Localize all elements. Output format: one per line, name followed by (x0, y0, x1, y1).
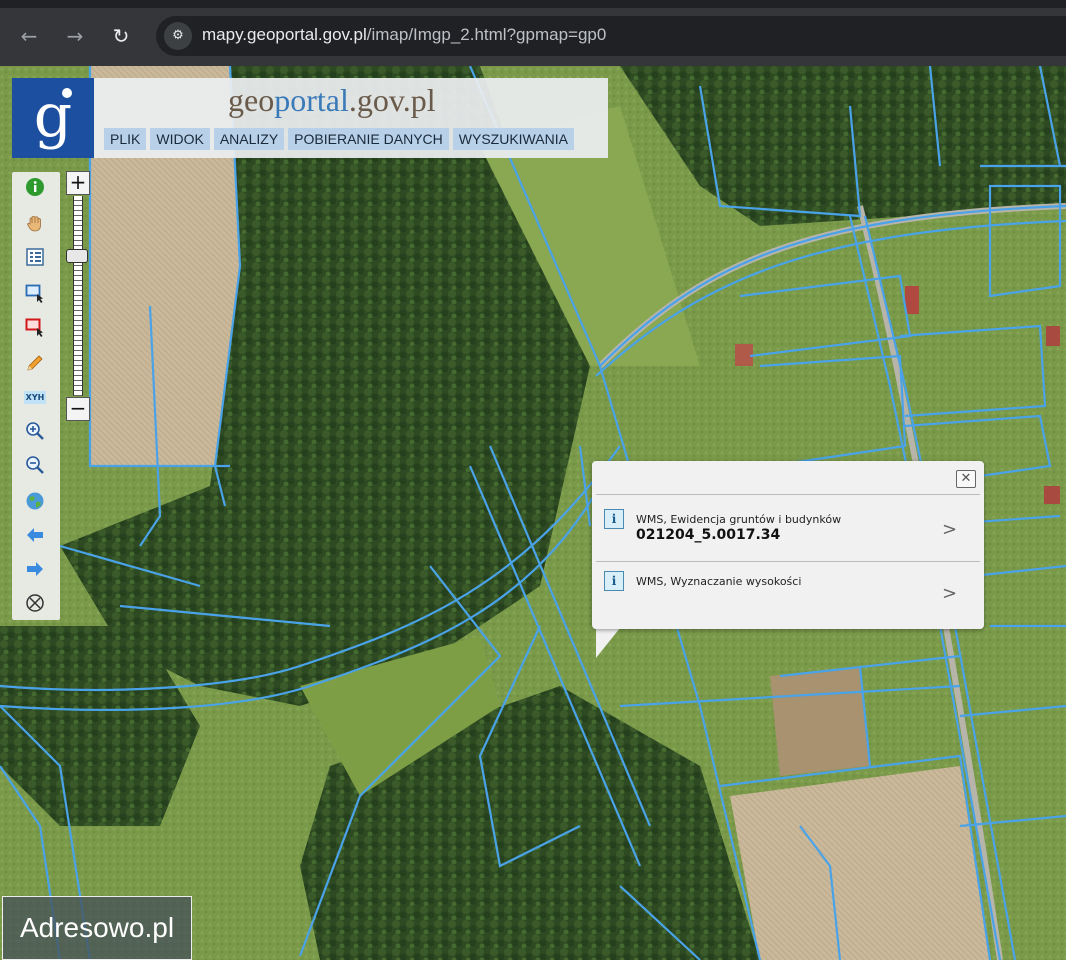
geoportal-header: g geoportal.gov.pl PLIK WIDOK ANALIZY PO… (12, 78, 608, 158)
feature-info-popup: ✕ i WMS, Ewidencja gruntów i budynków 02… (592, 461, 984, 629)
address-bar[interactable]: ⚙ mapy.geoportal.gov.pl/imap/Imgp_2.html… (156, 16, 1066, 56)
site-settings-icon[interactable]: ⚙ (164, 22, 192, 50)
building (1046, 326, 1060, 346)
watermark: Adresowo.pl (2, 896, 192, 960)
pan-hand-icon[interactable] (24, 212, 46, 234)
building (905, 286, 919, 314)
legend-icon[interactable] (24, 246, 46, 268)
zoom-out-icon[interactable] (24, 454, 46, 476)
chevron-right-icon[interactable]: > (942, 583, 957, 604)
menu-pobieranie-danych[interactable]: POBIERANIE DANYCH (288, 128, 449, 150)
reload-icon[interactable]: ↻ (106, 22, 136, 50)
select-area-icon[interactable] (24, 282, 46, 304)
globe-icon[interactable] (24, 490, 46, 512)
zoom-slider-thumb[interactable] (66, 249, 88, 263)
menu-wyszukiwania[interactable]: WYSZUKIWANIA (452, 128, 574, 150)
main-menu: PLIK WIDOK ANALIZY POBIERANIE DANYCH WYS… (104, 128, 574, 150)
chevron-right-icon[interactable]: > (942, 519, 957, 540)
menu-plik[interactable]: PLIK (104, 128, 147, 150)
title-suffix: .gov.pl (348, 82, 436, 118)
url-host: mapy.geoportal.gov.pl (202, 25, 367, 44)
close-icon[interactable]: ✕ (956, 470, 976, 488)
popup-row-height[interactable]: i WMS, Wyznaczanie wysokości > (596, 565, 980, 627)
forward-arrow-icon[interactable]: → (60, 22, 90, 50)
bare-field-south (730, 766, 990, 960)
geoportal-logo[interactable]: g (12, 78, 94, 158)
tab-strip (0, 0, 1066, 8)
building (1044, 486, 1060, 504)
coordinates-label: XYH (23, 390, 47, 404)
popup-divider (596, 494, 980, 495)
url-path: /imap/Imgp_2.html?gpmap=gp0 (366, 25, 607, 44)
popup-pointer (596, 628, 620, 658)
zoom-in-button[interactable]: + (66, 171, 90, 195)
title-prefix: geo (228, 82, 275, 118)
pencil-icon[interactable] (24, 352, 46, 374)
row-source: WMS, Wyznaczanie wysokości (636, 575, 802, 588)
map-toolbar: XYH (12, 172, 60, 620)
coordinates-icon[interactable]: XYH (23, 386, 47, 408)
menu-analizy[interactable]: ANALIZY (213, 128, 285, 150)
browser-toolbar: ← → ↻ ⚙ mapy.geoportal.gov.pl/imap/Imgp_… (0, 0, 1066, 66)
clear-icon[interactable] (24, 592, 46, 614)
geoportal-title: geoportal.gov.pl (228, 82, 436, 119)
popup-row-egib[interactable]: i WMS, Ewidencja gruntów i budynków 0212… (596, 499, 980, 561)
zoom-out-button[interactable]: − (66, 397, 90, 421)
forward-arrow-icon[interactable] (24, 558, 46, 580)
select-remove-icon[interactable] (24, 316, 46, 338)
parcel-id: 021204_5.0017.34 (636, 527, 781, 543)
zoom-slider-track[interactable] (73, 196, 83, 396)
menu-widok[interactable]: WIDOK (150, 128, 210, 150)
page: ← → ↻ ⚙ mapy.geoportal.gov.pl/imap/Imgp_… (0, 0, 1066, 960)
row-source: WMS, Ewidencja gruntów i budynków (636, 513, 842, 526)
info-icon: i (604, 571, 624, 591)
info-icon: i (604, 509, 624, 529)
title-accent: portal (274, 82, 349, 118)
url-text[interactable]: mapy.geoportal.gov.pl/imap/Imgp_2.html?g… (202, 25, 606, 45)
back-arrow-icon[interactable]: ← (14, 22, 44, 50)
back-arrow-icon[interactable] (24, 524, 46, 546)
bare-plot (770, 666, 870, 776)
zoom-in-icon[interactable] (24, 420, 46, 442)
popup-divider (596, 561, 980, 562)
info-icon[interactable] (24, 176, 46, 198)
